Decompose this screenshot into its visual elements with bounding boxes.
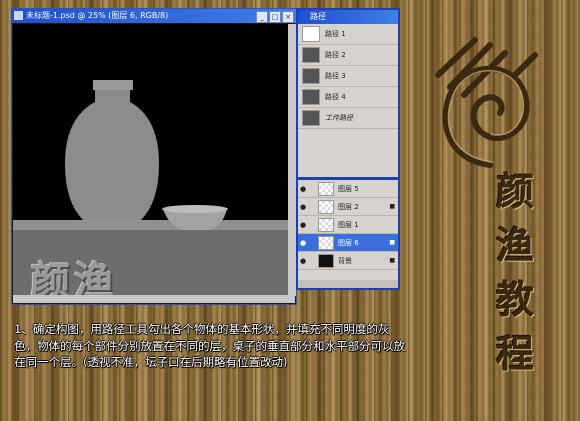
- maximize-icon[interactable]: □: [269, 11, 281, 23]
- tab-paths[interactable]: 路径: [298, 10, 398, 24]
- path-label: 工作路径: [325, 114, 353, 122]
- eye-icon[interactable]: ●: [298, 257, 308, 265]
- minimize-icon[interactable]: _: [256, 11, 268, 23]
- document-title-bar[interactable]: 未标题-1.psd @ 25% (图层 6, RGB/8) _ □ ×: [12, 9, 296, 23]
- path-thumbnail: [302, 89, 320, 105]
- watermark-text: 颜渔: [30, 259, 118, 296]
- jar-shape: [65, 86, 159, 220]
- path-item[interactable]: 路径 4: [298, 87, 398, 108]
- layer-item[interactable]: ● 图层 5: [298, 180, 398, 198]
- horizontal-scrollbar[interactable]: [13, 295, 295, 303]
- layer-item[interactable]: ● 图层 1: [298, 216, 398, 234]
- layers-panel-toolbar: [298, 280, 398, 288]
- path-label: 路径 4: [325, 93, 346, 101]
- layer-thumbnail: [318, 253, 334, 268]
- layer-label: 背景: [338, 256, 352, 265]
- layer-thumbnail: [318, 217, 334, 232]
- paths-panel: 路径 路径 1 路径 2 路径 3 路径 4 工作路径: [296, 8, 400, 179]
- path-thumbnail: [302, 47, 320, 63]
- path-label: 路径 1: [325, 30, 346, 38]
- path-thumbnail: [302, 68, 320, 84]
- lock-icon: ■: [389, 257, 395, 264]
- eye-icon[interactable]: ●: [298, 185, 308, 193]
- layer-label: 图层 6: [338, 238, 359, 247]
- lock-icon: ■: [389, 203, 395, 210]
- window-controls: _ □ ×: [256, 11, 294, 23]
- path-item[interactable]: 路径 2: [298, 45, 398, 66]
- path-thumbnail: [302, 110, 320, 126]
- eye-icon[interactable]: ●: [298, 239, 308, 247]
- path-label: 路径 2: [325, 51, 346, 59]
- layer-thumbnail: [318, 199, 334, 214]
- layer-thumbnail: [318, 181, 334, 196]
- eye-icon[interactable]: ●: [298, 221, 308, 229]
- path-label: 路径 3: [325, 72, 346, 80]
- layer-label: 图层 1: [338, 220, 359, 229]
- path-item[interactable]: 路径 1: [298, 24, 398, 45]
- layers-panel: ● 图层 5 ● 图层 2 ■ ● 图层 1 ● 图层 6 ■ ● 背景 ■: [296, 178, 400, 290]
- sign-char-3: 教: [496, 278, 535, 322]
- sign-char-4: 程: [496, 332, 535, 376]
- close-icon[interactable]: ×: [282, 11, 294, 23]
- jar-mouth: [93, 80, 133, 90]
- path-thumbnail: [302, 26, 320, 42]
- layer-label: 图层 2: [338, 202, 359, 211]
- instruction-text: 1、确定构图，用路径工具勾出各个物体的基本形状，并填充不同明度的灰色，物体的每个…: [14, 322, 405, 369]
- sign-char-2: 渔: [496, 224, 535, 268]
- document-title: 未标题-1.psd @ 25% (图层 6, RGB/8): [26, 11, 169, 20]
- vertical-scrollbar[interactable]: [288, 24, 296, 296]
- spiral-carving-icon: [435, 37, 538, 168]
- layer-item[interactable]: ● 图层 2 ■: [298, 198, 398, 216]
- layer-item-selected[interactable]: ● 图层 6 ■: [298, 234, 398, 252]
- canvas[interactable]: 颜渔: [13, 24, 295, 296]
- layer-item[interactable]: ● 背景 ■: [298, 252, 398, 270]
- document-window: 未标题-1.psd @ 25% (图层 6, RGB/8) _ □ × 颜渔: [11, 8, 297, 305]
- sign-char-1: 颜: [496, 170, 535, 214]
- layer-thumbnail: [318, 235, 334, 250]
- bowl-rim: [162, 205, 228, 213]
- path-item[interactable]: 路径 3: [298, 66, 398, 87]
- eye-icon[interactable]: ●: [298, 203, 308, 211]
- path-item[interactable]: 工作路径: [298, 108, 398, 129]
- layer-label: 图层 5: [338, 184, 359, 193]
- photoshop-icon: [14, 11, 23, 20]
- lock-icon: ■: [389, 239, 395, 246]
